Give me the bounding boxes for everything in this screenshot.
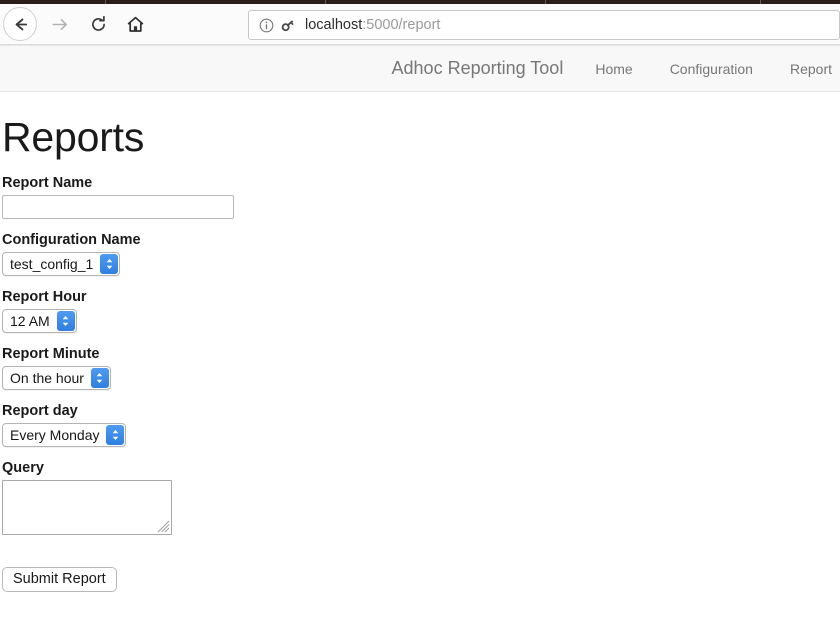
browser-chrome: localhost:5000/report <box>0 0 840 45</box>
report-hour-select[interactable]: 12 AM <box>2 309 77 333</box>
home-icon <box>127 16 143 32</box>
forward-button <box>42 7 76 41</box>
url-bar[interactable]: localhost:5000/report <box>248 10 840 40</box>
report-day-select[interactable]: Every Monday <box>2 423 127 447</box>
page-title: Reports <box>2 114 145 160</box>
nav-link-configuration[interactable]: Configuration <box>670 61 753 77</box>
query-wrapper <box>2 480 172 535</box>
field-report-name: Report Name <box>2 175 840 219</box>
submit-report-button[interactable]: Submit Report <box>2 567 117 592</box>
configuration-name-value: test_config_1 <box>10 256 94 272</box>
url-path: :5000/report <box>362 17 441 33</box>
configuration-name-select[interactable]: test_config_1 <box>2 252 121 276</box>
report-hour-value: 12 AM <box>10 313 50 329</box>
label-query: Query <box>2 460 44 476</box>
page-viewport: Adhoc Reporting Tool Home Configuration … <box>0 45 840 639</box>
chevron-updown-icon[interactable] <box>56 311 75 331</box>
field-report-day: Report day Every Monday <box>2 403 840 447</box>
reload-button[interactable] <box>81 7 115 41</box>
key-icon[interactable] <box>280 18 295 33</box>
url-text: localhost:5000/report <box>305 17 440 33</box>
back-button[interactable] <box>3 7 37 41</box>
browser-toolbar: localhost:5000/report <box>0 4 840 45</box>
nav-link-home[interactable]: Home <box>595 61 632 77</box>
label-report-name: Report Name <box>2 175 93 191</box>
home-button[interactable] <box>118 7 152 41</box>
url-host: localhost <box>305 17 363 33</box>
info-circle-icon[interactable] <box>259 18 274 33</box>
label-report-day: Report day <box>2 403 78 419</box>
label-report-hour: Report Hour <box>2 289 87 305</box>
back-arrow-icon <box>15 18 27 30</box>
forward-arrow-icon <box>51 18 67 30</box>
site-navbar: Adhoc Reporting Tool Home Configuration … <box>0 45 840 92</box>
report-name-input[interactable] <box>2 195 234 219</box>
chevron-updown-icon[interactable] <box>90 368 109 388</box>
navbar-brand[interactable]: Adhoc Reporting Tool <box>392 58 564 79</box>
chevron-updown-icon[interactable] <box>106 425 125 445</box>
report-form: Reports Report Name Configuration Name t… <box>0 114 840 592</box>
nav-link-report[interactable]: Report <box>790 61 832 77</box>
report-day-value: Every Monday <box>10 427 100 443</box>
field-report-minute: Report Minute On the hour <box>2 346 840 390</box>
report-minute-select[interactable]: On the hour <box>2 366 111 390</box>
label-report-minute: Report Minute <box>2 346 100 362</box>
field-query: Query <box>2 460 840 540</box>
report-minute-value: On the hour <box>10 370 84 386</box>
field-configuration-name: Configuration Name test_config_1 <box>2 232 840 276</box>
reload-icon <box>91 15 105 31</box>
chevron-updown-icon[interactable] <box>100 254 119 274</box>
field-report-hour: Report Hour 12 AM <box>2 289 840 333</box>
query-textarea[interactable] <box>2 480 172 535</box>
label-configuration-name: Configuration Name <box>2 232 141 248</box>
